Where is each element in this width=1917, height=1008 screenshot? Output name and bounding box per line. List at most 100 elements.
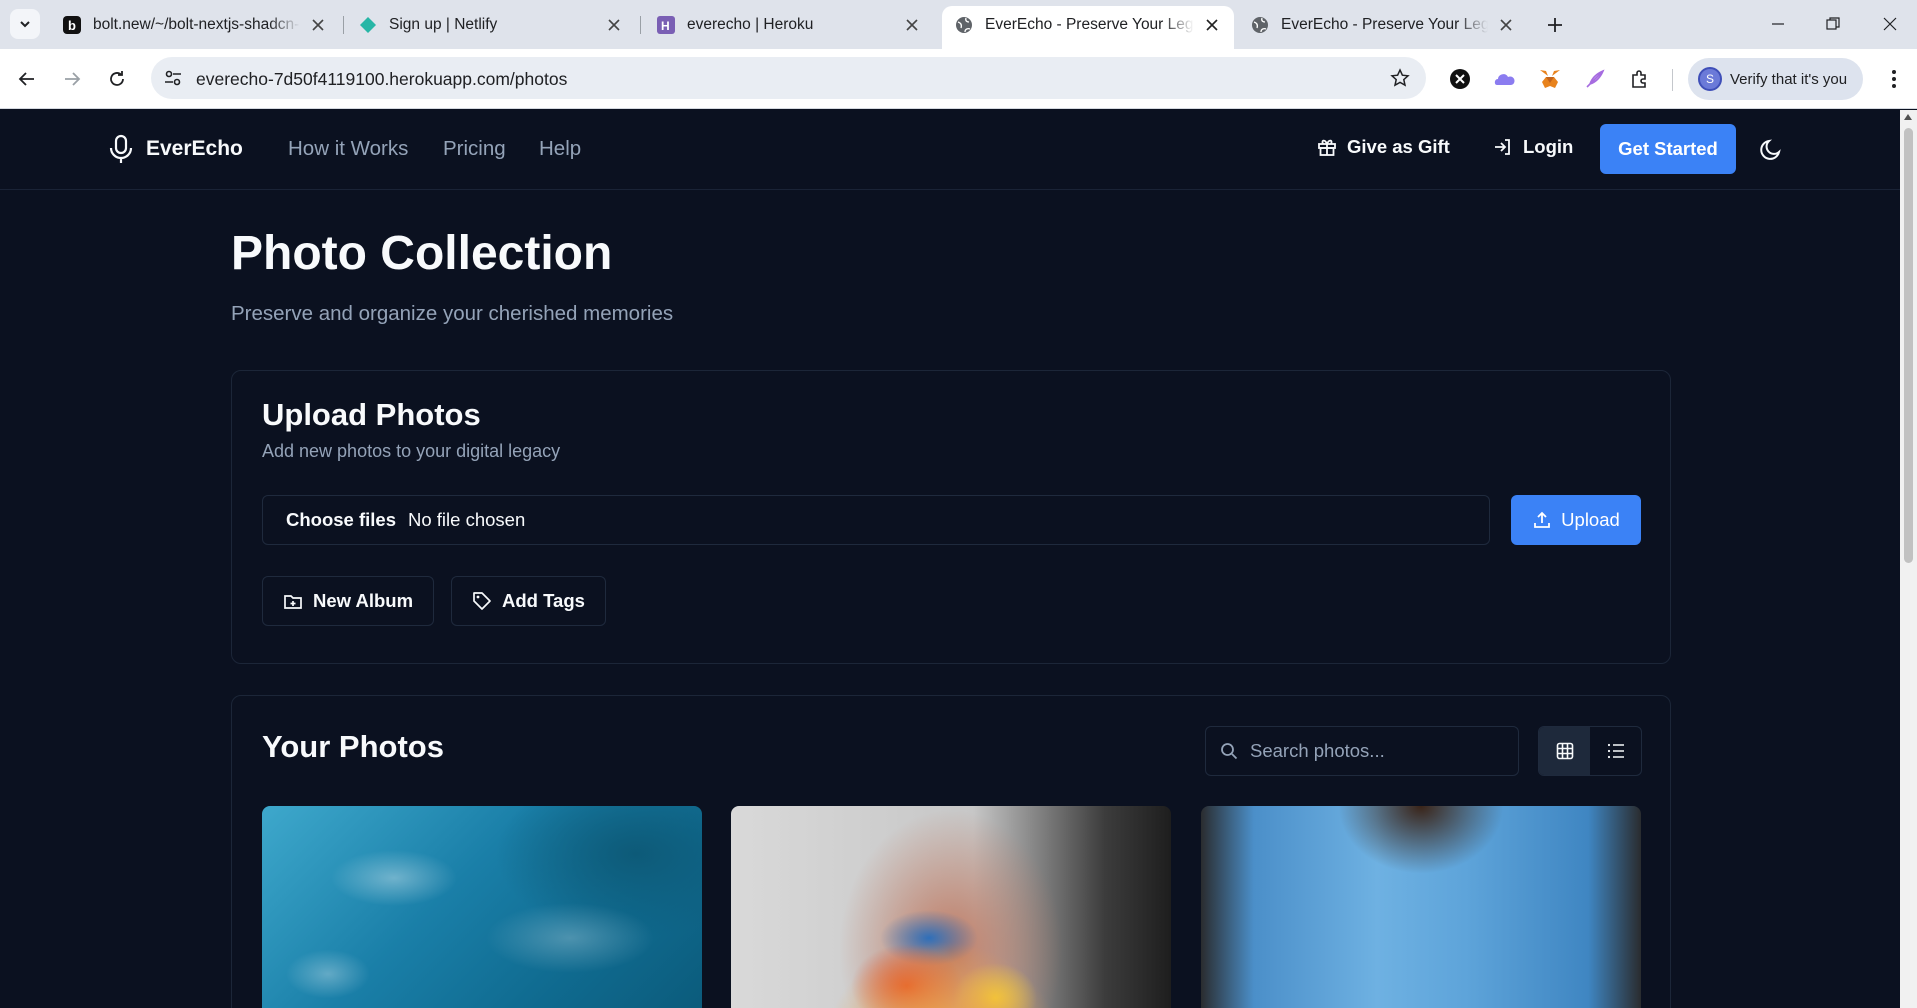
your-photos-card: Your Photos bbox=[231, 695, 1671, 1008]
site-header: EverEcho How it Works Pricing Help Give … bbox=[0, 110, 1900, 190]
browser-tab[interactable]: Sign up | Netlify bbox=[346, 6, 636, 43]
minimize-button[interactable] bbox=[1756, 8, 1800, 40]
file-input[interactable]: Choose files No file chosen bbox=[262, 495, 1490, 545]
photo-thumbnail-ocean[interactable] bbox=[262, 806, 702, 1008]
more-vertical-icon bbox=[1892, 70, 1896, 88]
bolt-icon: b bbox=[62, 15, 82, 35]
choose-files-button[interactable]: Choose files bbox=[286, 509, 396, 531]
page-scrollbar[interactable] bbox=[1900, 110, 1917, 1008]
search-input[interactable] bbox=[1250, 740, 1500, 762]
close-tab-icon[interactable] bbox=[1496, 15, 1516, 35]
photo-thumbnail-woman[interactable] bbox=[1201, 806, 1641, 1008]
tab-title: bolt.new/~/bolt-nextjs-shadcn- bbox=[93, 15, 300, 33]
login-icon bbox=[1495, 139, 1510, 155]
address-bar[interactable]: everecho-7d50f4119100.herokuapp.com/phot… bbox=[151, 57, 1426, 99]
new-album-button[interactable]: New Album bbox=[262, 576, 435, 626]
browser-toolbar: everecho-7d50f4119100.herokuapp.com/phot… bbox=[0, 49, 1917, 109]
restore-button[interactable] bbox=[1811, 8, 1855, 40]
svg-text:H: H bbox=[661, 19, 670, 33]
get-started-button[interactable]: Get Started bbox=[1600, 124, 1736, 174]
forward-button[interactable] bbox=[56, 63, 88, 95]
add-tags-button[interactable]: Add Tags bbox=[451, 576, 606, 626]
login-label: Login bbox=[1523, 136, 1574, 157]
browser-tab-strip: b bolt.new/~/bolt-nextjs-shadcn- Sign up… bbox=[0, 0, 1917, 49]
browser-menu-button[interactable] bbox=[1882, 67, 1906, 91]
your-photos-title: Your Photos bbox=[262, 729, 444, 764]
upload-photos-card: Upload Photos Add new photos to your dig… bbox=[231, 370, 1671, 664]
arrow-left-icon bbox=[18, 72, 34, 86]
nav-link-pricing[interactable]: Pricing bbox=[443, 137, 506, 161]
scroll-up-arrow-icon[interactable] bbox=[1904, 114, 1912, 120]
search-icon bbox=[1221, 743, 1238, 760]
gift-icon bbox=[1318, 139, 1336, 156]
view-toggle bbox=[1538, 726, 1642, 776]
tab-title: Sign up | Netlify bbox=[389, 15, 498, 33]
netlify-icon bbox=[358, 15, 378, 35]
upload-label: Upload bbox=[1561, 509, 1620, 530]
list-view-button[interactable] bbox=[1590, 727, 1641, 775]
upload-card-description: Add new photos to your digital legacy bbox=[262, 441, 561, 461]
heroku-icon: H bbox=[656, 15, 676, 35]
back-button[interactable] bbox=[11, 63, 43, 95]
arrow-right-icon bbox=[65, 72, 81, 86]
file-status: No file chosen bbox=[408, 509, 526, 530]
extension-feather-icon[interactable] bbox=[1583, 67, 1607, 91]
url-text: everecho-7d50f4119100.herokuapp.com/phot… bbox=[196, 69, 568, 89]
close-tab-icon[interactable] bbox=[1202, 15, 1222, 35]
moon-icon[interactable] bbox=[1758, 137, 1784, 163]
folder-plus-icon bbox=[284, 595, 302, 609]
metamask-fox-icon[interactable] bbox=[1538, 67, 1562, 91]
browser-tab-active[interactable]: EverEcho - Preserve Your Legacy bbox=[942, 6, 1234, 49]
reload-icon bbox=[110, 71, 124, 86]
tab-title: EverEcho - Preserve Your Legacy bbox=[985, 15, 1194, 33]
close-tab-icon[interactable] bbox=[604, 15, 624, 35]
give-as-gift-button[interactable]: Give as Gift bbox=[1317, 136, 1450, 158]
upload-card-title: Upload Photos bbox=[262, 397, 481, 432]
browser-tab[interactable]: EverEcho - Preserve Your Legacy bbox=[1238, 6, 1528, 43]
photo-thumbnail-painted-hand[interactable] bbox=[731, 806, 1171, 1008]
profile-verify-button[interactable]: S Verify that it's you bbox=[1688, 58, 1863, 100]
extension-cloud-icon[interactable] bbox=[1493, 67, 1517, 91]
browser-tab[interactable]: b bolt.new/~/bolt-nextjs-shadcn- bbox=[50, 6, 340, 43]
page-subtitle: Preserve and organize your cherished mem… bbox=[231, 302, 674, 325]
photo-search-field[interactable] bbox=[1205, 726, 1519, 776]
brand-logo-link[interactable]: EverEcho bbox=[108, 134, 243, 164]
site-info-icon[interactable] bbox=[163, 68, 183, 88]
gift-label: Give as Gift bbox=[1347, 136, 1450, 157]
tag-icon bbox=[473, 592, 491, 610]
upload-button[interactable]: Upload bbox=[1511, 495, 1641, 545]
new-tab-button[interactable] bbox=[1542, 12, 1568, 38]
scrollbar-thumb[interactable] bbox=[1904, 128, 1913, 563]
plus-icon bbox=[1548, 18, 1562, 32]
login-button[interactable]: Login bbox=[1493, 136, 1573, 158]
upload-icon bbox=[1534, 511, 1551, 528]
tab-search-button[interactable] bbox=[10, 9, 40, 39]
page-viewport: EverEcho How it Works Pricing Help Give … bbox=[0, 110, 1900, 1008]
minimize-icon bbox=[1772, 23, 1784, 25]
close-tab-icon[interactable] bbox=[902, 15, 922, 35]
grid-view-button[interactable] bbox=[1539, 727, 1590, 775]
svg-text:b: b bbox=[68, 18, 76, 33]
close-icon bbox=[1883, 17, 1897, 31]
restore-icon bbox=[1826, 17, 1840, 30]
reload-button[interactable] bbox=[101, 63, 133, 95]
browser-tab[interactable]: H everecho | Heroku bbox=[644, 6, 934, 43]
tab-title: everecho | Heroku bbox=[687, 15, 814, 33]
verify-label: Verify that it's you bbox=[1730, 70, 1848, 88]
new-album-label: New Album bbox=[313, 590, 414, 611]
close-window-button[interactable] bbox=[1868, 8, 1912, 40]
add-tags-label: Add Tags bbox=[502, 590, 585, 611]
bookmark-star-icon[interactable] bbox=[1390, 68, 1410, 88]
tab-title: EverEcho - Preserve Your Legacy bbox=[1281, 15, 1488, 33]
microphone-icon bbox=[109, 134, 133, 163]
extensions-puzzle-icon[interactable] bbox=[1628, 67, 1652, 91]
extension-x-icon[interactable] bbox=[1448, 67, 1472, 91]
brand-name: EverEcho bbox=[146, 137, 243, 160]
nav-link-how-it-works[interactable]: How it Works bbox=[288, 137, 408, 161]
close-tab-icon[interactable] bbox=[308, 15, 328, 35]
list-icon bbox=[1607, 743, 1624, 759]
nav-link-help[interactable]: Help bbox=[539, 137, 581, 161]
globe-icon bbox=[1250, 15, 1270, 35]
globe-icon bbox=[954, 15, 974, 35]
avatar: S bbox=[1698, 67, 1722, 91]
